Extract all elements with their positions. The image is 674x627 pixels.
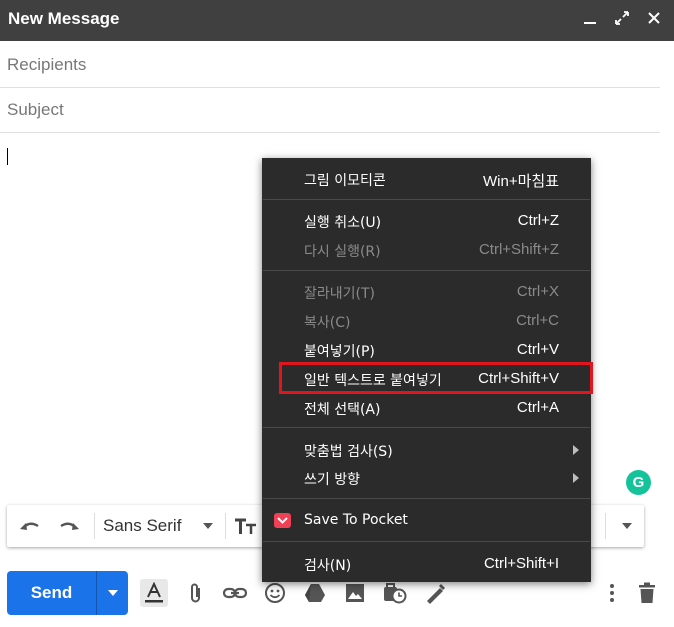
emoji-icon[interactable] bbox=[261, 579, 289, 607]
text-caret bbox=[7, 148, 8, 165]
signature-icon[interactable] bbox=[421, 579, 449, 607]
menu-separator bbox=[263, 541, 590, 542]
toolbar-divider bbox=[94, 513, 95, 539]
menu-item-shortcut: Win+마침표 bbox=[483, 173, 559, 190]
attach-icon[interactable] bbox=[182, 579, 210, 607]
send-options-button[interactable] bbox=[97, 571, 128, 615]
submenu-arrow-icon bbox=[573, 445, 579, 455]
minimize-icon[interactable] bbox=[580, 7, 600, 29]
menu-item-shortcut: Ctrl+A bbox=[516, 399, 559, 416]
menu-item-label: 잘라내기(T) bbox=[304, 286, 375, 302]
expand-icon[interactable] bbox=[612, 7, 632, 29]
close-icon[interactable] bbox=[644, 7, 664, 29]
toolbar-divider bbox=[605, 513, 606, 539]
menu-item-label: 검사(N) bbox=[304, 558, 352, 574]
menu-separator bbox=[263, 270, 590, 271]
menu-item-cut[interactable]: 잘라내기(T) Ctrl+X bbox=[262, 279, 591, 307]
text-size-icon[interactable] bbox=[233, 514, 259, 538]
menu-item-inspect[interactable]: 검사(N) Ctrl+Shift+I bbox=[262, 551, 591, 579]
menu-item-label: 복사(C) bbox=[304, 315, 351, 331]
menu-separator bbox=[263, 427, 590, 428]
text-color-icon[interactable] bbox=[140, 579, 168, 607]
recipients-field[interactable] bbox=[7, 43, 647, 87]
menu-item-copy[interactable]: 복사(C) Ctrl+C bbox=[262, 308, 591, 336]
menu-item-save-to-pocket[interactable]: Save To Pocket bbox=[262, 508, 591, 536]
schedule-icon[interactable] bbox=[381, 579, 409, 607]
menu-item-label: Save To Pocket bbox=[304, 512, 408, 528]
menu-item-label: 쓰기 방향 bbox=[304, 472, 360, 488]
send-button[interactable]: Send bbox=[7, 571, 96, 615]
subject-row bbox=[0, 88, 660, 133]
compose-titlebar: New Message bbox=[0, 0, 674, 41]
menu-item-emoji[interactable]: 그림 이모티콘 Win+마침표 bbox=[262, 166, 591, 194]
menu-item-spellcheck[interactable]: 맞춤법 검사(S) bbox=[262, 437, 591, 465]
menu-item-label: 전체 선택(A) bbox=[304, 402, 381, 418]
menu-item-select-all[interactable]: 전체 선택(A) Ctrl+A bbox=[262, 395, 591, 423]
subject-field[interactable] bbox=[7, 88, 647, 132]
menu-item-shortcut: Ctrl+Z bbox=[517, 212, 559, 229]
menu-item-shortcut: Ctrl+X bbox=[516, 283, 559, 300]
submenu-arrow-icon bbox=[573, 473, 579, 483]
window-title: New Message bbox=[8, 9, 120, 28]
drive-icon[interactable] bbox=[301, 579, 329, 607]
photo-icon[interactable] bbox=[341, 579, 369, 607]
toolbar-divider bbox=[225, 513, 226, 539]
undo-icon[interactable] bbox=[15, 514, 45, 538]
menu-item-shortcut: Ctrl+Shift+Z bbox=[478, 241, 559, 258]
menu-item-shortcut: Ctrl+Shift+I bbox=[483, 555, 559, 572]
chevron-down-icon bbox=[107, 590, 118, 596]
font-selector[interactable]: Sans Serif bbox=[103, 514, 214, 538]
link-icon[interactable] bbox=[221, 579, 249, 607]
more-formatting-icon[interactable] bbox=[617, 514, 637, 538]
menu-item-label: 맞춤법 검사(S) bbox=[304, 444, 393, 460]
font-dropdown-icon bbox=[203, 523, 214, 529]
pocket-icon bbox=[274, 513, 291, 528]
menu-item-label: 그림 이모티콘 bbox=[304, 173, 386, 189]
redo-icon[interactable] bbox=[54, 514, 84, 538]
trash-icon[interactable] bbox=[633, 579, 661, 607]
more-options-icon[interactable] bbox=[598, 579, 626, 607]
highlight-box bbox=[279, 362, 593, 394]
menu-item-undo[interactable]: 실행 취소(U) Ctrl+Z bbox=[262, 208, 591, 236]
menu-item-writing-direction[interactable]: 쓰기 방향 bbox=[262, 465, 591, 493]
menu-item-shortcut: Ctrl+C bbox=[516, 312, 559, 329]
menu-item-shortcut: Ctrl+V bbox=[516, 341, 559, 358]
menu-item-label: 붙여넣기(P) bbox=[304, 344, 375, 360]
menu-item-redo[interactable]: 다시 실행(R) Ctrl+Shift+Z bbox=[262, 237, 591, 265]
menu-item-paste[interactable]: 붙여넣기(P) Ctrl+V bbox=[262, 337, 591, 365]
recipients-row bbox=[0, 43, 660, 88]
send-button-group: Send bbox=[7, 571, 128, 615]
menu-separator bbox=[263, 498, 590, 499]
menu-separator bbox=[263, 199, 590, 200]
menu-item-label: 실행 취소(U) bbox=[304, 215, 382, 231]
font-name: Sans Serif bbox=[103, 516, 182, 535]
grammarly-icon[interactable]: G bbox=[626, 470, 651, 495]
menu-item-label: 다시 실행(R) bbox=[304, 244, 381, 260]
